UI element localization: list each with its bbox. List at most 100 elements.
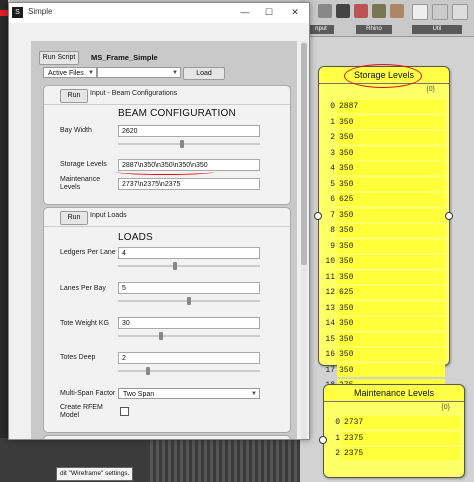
maximize-button[interactable]: ☐ <box>261 6 277 19</box>
component-icon[interactable] <box>390 4 404 18</box>
toolbar-group-label: nput <box>308 25 334 34</box>
row-index: 9 <box>330 241 335 251</box>
component-icon[interactable] <box>452 4 468 20</box>
output-grip[interactable] <box>445 212 453 220</box>
row-value: 350 <box>339 319 354 328</box>
lanes-per-bay-label: Lanes Per Bay <box>60 285 106 292</box>
row-value: 350 <box>339 133 354 142</box>
component-icon[interactable] <box>336 4 350 18</box>
panel-row: 0 2737 <box>324 415 464 430</box>
title-bar[interactable]: S Simple — ☐ ✕ <box>9 3 309 23</box>
row-value: 2737 <box>344 418 364 427</box>
app-icon: S <box>12 7 23 18</box>
panel-row: 3 350 <box>319 146 449 161</box>
beam-run-button[interactable]: Run <box>60 89 88 103</box>
load-button[interactable]: Load <box>183 67 225 80</box>
red-marker-icon <box>0 10 8 16</box>
lanes-per-bay-slider[interactable] <box>118 297 260 305</box>
loads-section-heading: LOADS <box>118 232 153 243</box>
files-dropdown[interactable]: Active Files ▼ <box>43 67 97 78</box>
file-select-dropdown[interactable]: ▼ <box>97 67 181 78</box>
panel-row: 1 350 <box>319 115 449 130</box>
script-name: MS_Frame_Simple <box>91 53 158 62</box>
totes-deep-label: Totes Deep <box>60 354 96 361</box>
row-index: 5 <box>330 179 335 189</box>
panel-row: 11 350 <box>319 270 449 285</box>
row-value: 350 <box>339 179 354 189</box>
ledgers-per-lane-input[interactable]: 4 <box>118 247 260 259</box>
panel-row: 14 350 <box>319 316 449 331</box>
maintenance-levels-panel[interactable]: Maintenance Levels {0} 0 2737 1 2375 2 2375 <box>323 384 465 478</box>
close-button[interactable]: ✕ <box>287 6 303 19</box>
row-value: 350 <box>339 334 354 344</box>
totes-deep-slider[interactable] <box>118 367 260 375</box>
slider-thumb[interactable] <box>145 367 150 375</box>
row-index: 10 <box>325 257 335 266</box>
row-value: 2887 <box>339 102 359 111</box>
panel-row: 0 2887 <box>319 99 449 114</box>
tote-weight-label: Tote Weight KG <box>60 320 109 327</box>
slider-thumb[interactable] <box>173 262 178 270</box>
row-index: 16 <box>325 350 335 359</box>
panel-row: 8 350 <box>319 223 449 238</box>
row-value: 2375 <box>344 449 364 458</box>
lanes-per-bay-input[interactable]: 5 <box>118 282 260 294</box>
tote-weight-slider[interactable] <box>118 332 260 340</box>
row-value: 350 <box>339 365 354 375</box>
slider-thumb[interactable] <box>159 332 164 340</box>
component-icon[interactable] <box>412 4 428 20</box>
slider-thumb[interactable] <box>187 297 191 305</box>
slider-thumb[interactable] <box>180 140 185 148</box>
component-icon[interactable] <box>372 4 386 18</box>
scrollbar-thumb[interactable] <box>301 43 307 265</box>
bay-width-input[interactable]: 2620 <box>118 125 260 137</box>
storage-levels-panel[interactable]: Storage Levels {0} 0 2887 1 350 2 350 3 350 4 350… <box>318 66 450 392</box>
row-index: 6 <box>330 195 335 204</box>
create-rfem-label-line1: Create RFEM <box>60 404 103 411</box>
panel-title: Maintenance Levels <box>324 385 464 402</box>
component-icon[interactable] <box>354 4 368 18</box>
run-script-button[interactable]: Run Script <box>39 51 79 65</box>
beam-card-title: Input - Beam Configurations <box>90 90 178 97</box>
multi-span-factor-label: Multi-Span Factor <box>60 390 116 397</box>
row-index: 0 <box>330 102 335 111</box>
row-value: 350 <box>339 303 354 313</box>
window-title: Simple <box>28 7 53 16</box>
maintenance-levels-input[interactable]: 2737\n2375\n2375 <box>118 178 260 190</box>
panel-row: 2 2375 <box>324 446 464 461</box>
row-value: 350 <box>339 241 354 251</box>
component-icon[interactable] <box>318 4 332 18</box>
annotation-circle <box>344 64 422 88</box>
row-index: 15 <box>325 334 335 344</box>
left-toolbar-strip <box>0 0 8 482</box>
bay-width-slider[interactable] <box>118 140 260 148</box>
loads-card: Run Input Loads LOADS Ledgers Per Lane 4… <box>43 207 291 433</box>
next-card <box>43 435 291 439</box>
row-index: 14 <box>325 319 335 328</box>
row-value: 350 <box>339 350 354 359</box>
toolbar-group-label: Util <box>412 25 462 34</box>
storage-levels-label: Storage Levels <box>60 161 107 168</box>
row-value: 625 <box>339 195 354 204</box>
create-rfem-checkbox[interactable] <box>120 407 129 416</box>
panel-row: 5 350 <box>319 177 449 192</box>
chevron-down-icon: ▼ <box>88 70 94 76</box>
tote-weight-input[interactable]: 30 <box>118 317 260 329</box>
input-grip[interactable] <box>314 212 322 220</box>
maintenance-levels-label-line1: Maintenance <box>60 176 101 183</box>
row-index: 13 <box>325 303 335 313</box>
loads-run-button[interactable]: Run <box>60 211 88 225</box>
row-value: 350 <box>339 272 354 282</box>
ledgers-per-lane-slider[interactable] <box>118 262 260 270</box>
minimize-button[interactable]: — <box>237 6 253 19</box>
panel-row: 13 350 <box>319 301 449 316</box>
row-value: 350 <box>339 210 354 220</box>
loads-card-title: Input Loads <box>90 212 127 219</box>
component-icon[interactable] <box>432 4 448 20</box>
beam-card-header: Run Input - Beam Configurations <box>44 86 290 105</box>
multi-span-factor-dropdown[interactable]: Two Span ▼ <box>118 388 260 399</box>
input-grip[interactable] <box>319 436 327 444</box>
totes-deep-input[interactable]: 2 <box>118 352 260 364</box>
simple-window: S Simple — ☐ ✕ Run Script MS_Frame_Simpl… <box>8 2 310 440</box>
panel-row: 7 350 <box>319 208 449 223</box>
